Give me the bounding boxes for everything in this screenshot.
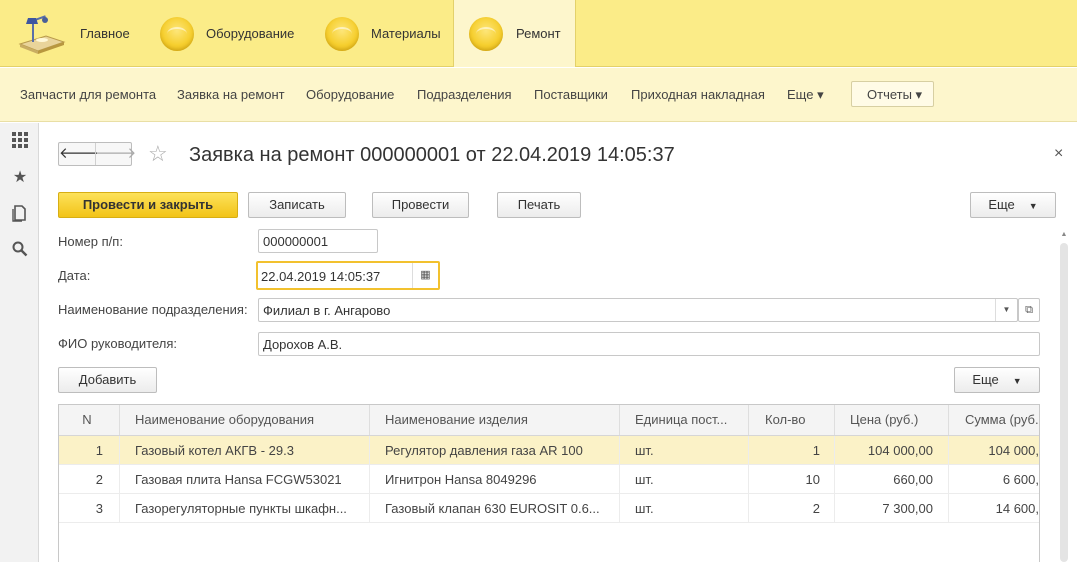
- favorite-star-icon[interactable]: ☆: [148, 141, 168, 167]
- price: 104 000,00: [835, 436, 949, 464]
- section-main[interactable]: Главное: [16, 0, 130, 67]
- equipment-table: N Наименование оборудования Наименование…: [58, 404, 1040, 562]
- more-actions-button[interactable]: Еще ▼: [970, 192, 1056, 218]
- coin-icon: [325, 16, 359, 51]
- section-equipment[interactable]: Оборудование: [160, 0, 294, 67]
- section-main-label: Главное: [80, 26, 130, 41]
- nav-more-menu[interactable]: Еще ▾: [787, 87, 824, 103]
- favorites-star-icon[interactable]: ★: [10, 168, 30, 188]
- coin-icon: [469, 16, 503, 51]
- section-repair[interactable]: Ремонт: [453, 0, 576, 67]
- amount: 14 600,: [995, 501, 1039, 516]
- quantity: 2: [749, 494, 835, 522]
- column-header[interactable]: Наименование изделия: [370, 405, 620, 435]
- table-row[interactable]: 3 Газорегуляторные пункты шкафн... Газов…: [59, 494, 1039, 523]
- nav-incoming-invoice[interactable]: Приходная накладная: [631, 87, 765, 102]
- post-button[interactable]: Провести: [372, 192, 469, 218]
- nav-spare-parts[interactable]: Запчасти для ремонта: [20, 87, 156, 102]
- section-materials[interactable]: Материалы: [325, 0, 441, 67]
- amount: 104 000,: [988, 443, 1039, 458]
- coin-icon: [160, 16, 194, 51]
- quantity: 1: [749, 436, 835, 464]
- unit: шт.: [620, 494, 749, 522]
- column-header[interactable]: Сумма (руб.: [949, 405, 1039, 435]
- equipment-name: Газовый котел АКГВ - 29.3: [120, 436, 370, 464]
- date-label: Дата:: [58, 268, 91, 283]
- print-button[interactable]: Печать: [497, 192, 581, 218]
- table-row[interactable]: 1 Газовый котел АКГВ - 29.3 Регулятор да…: [59, 436, 1039, 465]
- left-toolbar: ★: [0, 123, 39, 562]
- desk-lamp-icon: [18, 14, 66, 54]
- save-button[interactable]: Записать: [248, 192, 346, 218]
- forward-arrow-icon[interactable]: 🡒: [95, 143, 136, 165]
- division-field[interactable]: Филиал в г. Ангарово ▼: [258, 298, 1018, 322]
- table-more-button[interactable]: Еще ▼: [954, 367, 1040, 393]
- nav-suppliers[interactable]: Поставщики: [534, 87, 608, 102]
- product-name: Игнитрон Hansa 8049296: [370, 465, 620, 493]
- column-header[interactable]: Кол-во: [749, 405, 835, 435]
- table-more-label: Еще: [972, 372, 999, 387]
- row-number: 1: [59, 436, 120, 464]
- search-icon[interactable]: [10, 241, 30, 261]
- section-equipment-label: Оборудование: [206, 26, 295, 41]
- price: 660,00: [835, 465, 949, 493]
- date-field[interactable]: 22.04.2019 14:05:37 ▦: [256, 261, 440, 290]
- row-number: 3: [59, 494, 120, 522]
- number-label: Номер п/п:: [58, 234, 123, 249]
- division-value: Филиал в г. Ангарово: [263, 303, 391, 318]
- scroll-up-icon[interactable]: ▲: [1060, 231, 1068, 238]
- table-row[interactable]: 2 Газовая плита Hansa FCGW53021 Игнитрон…: [59, 465, 1039, 494]
- column-header[interactable]: N: [59, 405, 120, 435]
- close-icon[interactable]: ×: [1054, 145, 1063, 163]
- unit: шт.: [620, 465, 749, 493]
- chevron-down-icon[interactable]: ▼: [995, 299, 1017, 321]
- post-and-close-button[interactable]: Провести и закрыть: [58, 192, 238, 218]
- history-nav-buttons: 🡐 🡒: [58, 142, 136, 166]
- table-header: N Наименование оборудования Наименование…: [59, 405, 1039, 436]
- column-header[interactable]: Наименование оборудования: [120, 405, 370, 435]
- open-item-icon[interactable]: ⧉: [1018, 298, 1040, 322]
- back-arrow-icon[interactable]: 🡐: [59, 143, 99, 165]
- product-name: Регулятор давления газа AR 100: [370, 436, 620, 464]
- manager-field[interactable]: Дорохов А.В.: [258, 332, 1040, 356]
- column-header[interactable]: Единица пост...: [620, 405, 749, 435]
- number-field[interactable]: 000000001: [258, 229, 378, 253]
- equipment-name: Газорегуляторные пункты шкафн...: [120, 494, 370, 522]
- manager-label: ФИО руководителя:: [58, 336, 177, 351]
- section-materials-label: Материалы: [371, 26, 441, 41]
- amount: 6 600,: [1002, 472, 1039, 487]
- price: 7 300,00: [835, 494, 949, 522]
- nav-equipment[interactable]: Оборудование: [306, 87, 394, 102]
- form-title: Заявка на ремонт 000000001 от 22.04.2019…: [189, 144, 675, 166]
- nav-repair-requests[interactable]: Заявка на ремонт: [177, 87, 285, 102]
- section-commands-bar: Запчасти для ремонта Заявка на ремонт Об…: [0, 68, 1077, 122]
- grid-menu-icon[interactable]: [10, 131, 30, 151]
- division-label: Наименование подразделения:: [58, 302, 248, 317]
- quantity: 10: [749, 465, 835, 493]
- column-header[interactable]: Цена (руб.): [835, 405, 949, 435]
- sections-panel: Главное Оборудование Материалы Ремонт: [0, 0, 1077, 67]
- more-actions-label: Еще: [988, 197, 1015, 212]
- equipment-name: Газовая плита Hansa FCGW53021: [120, 465, 370, 493]
- product-name: Газовый клапан 630 EUROSIT 0.6...: [370, 494, 620, 522]
- history-icon[interactable]: [10, 204, 30, 224]
- date-value: 22.04.2019 14:05:37: [261, 269, 381, 284]
- calendar-icon[interactable]: ▦: [412, 263, 438, 288]
- nav-divisions[interactable]: Подразделения: [417, 87, 512, 102]
- reports-button[interactable]: Отчеты ▾: [851, 81, 934, 107]
- dropdown-caret-icon: ▼: [1012, 376, 1022, 386]
- add-row-button[interactable]: Добавить: [58, 367, 157, 393]
- dropdown-caret-icon: ▼: [1028, 201, 1038, 211]
- section-repair-label: Ремонт: [516, 26, 561, 41]
- row-number: 2: [59, 465, 120, 493]
- unit: шт.: [620, 436, 749, 464]
- vertical-scrollbar[interactable]: ▲: [1060, 231, 1068, 562]
